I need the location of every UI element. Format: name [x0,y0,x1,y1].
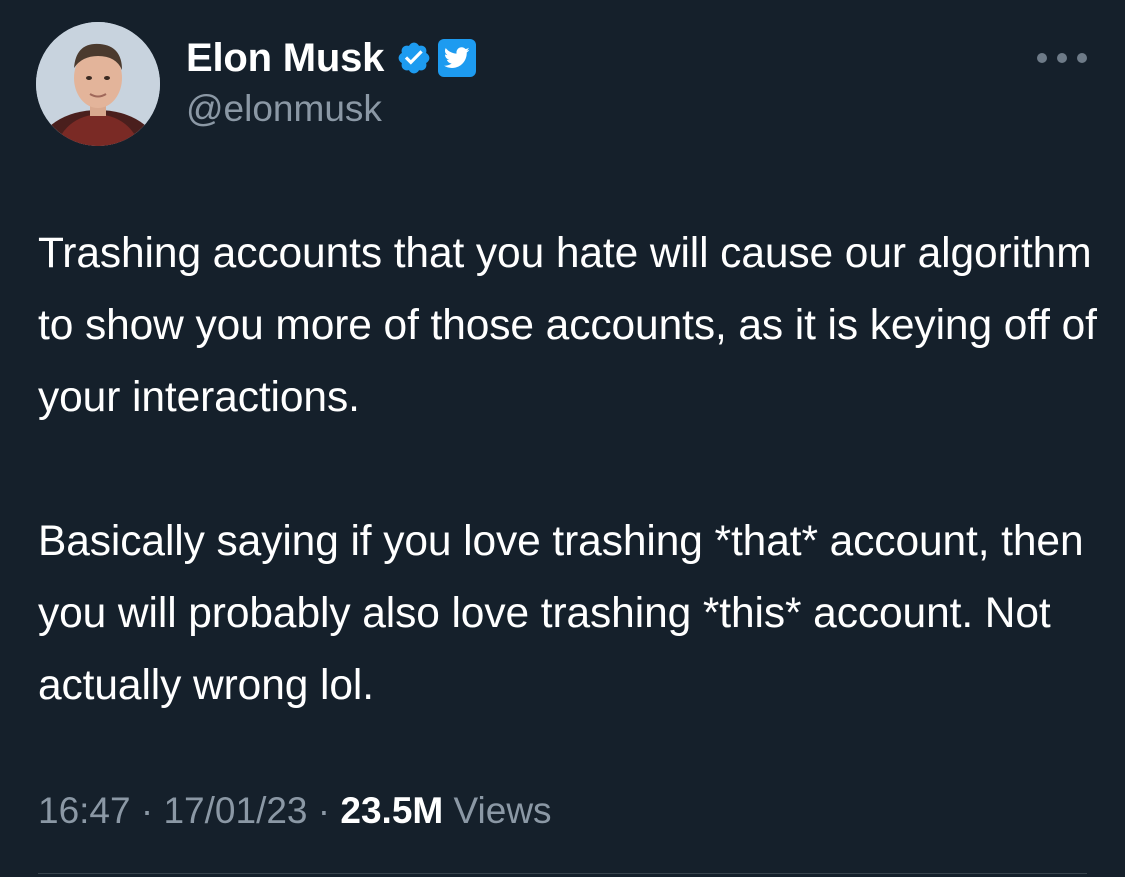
meta-separator: · [140,790,154,831]
verified-badge-icon[interactable] [396,40,432,76]
tweet-card: Elon Musk @elonmusk Trashing accounts th… [0,0,1125,877]
tweet-meta: 16:47 · 17/01/23 · 23.5M Views [38,790,552,832]
divider [38,873,1087,874]
dot [1077,53,1087,63]
tweet-time[interactable]: 16:47 [38,790,131,831]
views-count[interactable]: 23.5M [340,790,443,831]
author-name[interactable]: Elon Musk [186,36,384,81]
tweet-paragraph: Trashing accounts that you hate will cau… [38,230,1097,421]
avatar[interactable] [36,22,160,146]
author-handle[interactable]: @elonmusk [186,88,476,130]
views-label: Views [453,790,552,831]
tweet-text: Trashing accounts that you hate will cau… [38,218,1098,722]
dot [1037,53,1047,63]
avatar-image [36,22,160,146]
tweet-paragraph: Basically saying if you love trashing *t… [38,518,1084,709]
more-options-icon[interactable] [1037,46,1087,70]
dot [1057,53,1067,63]
name-row: Elon Musk [186,34,477,82]
meta-separator: · [317,790,331,831]
tweet-date[interactable]: 17/01/23 [163,790,307,831]
twitter-bird-icon [438,39,477,77]
author-block: Elon Musk @elonmusk [186,34,477,130]
